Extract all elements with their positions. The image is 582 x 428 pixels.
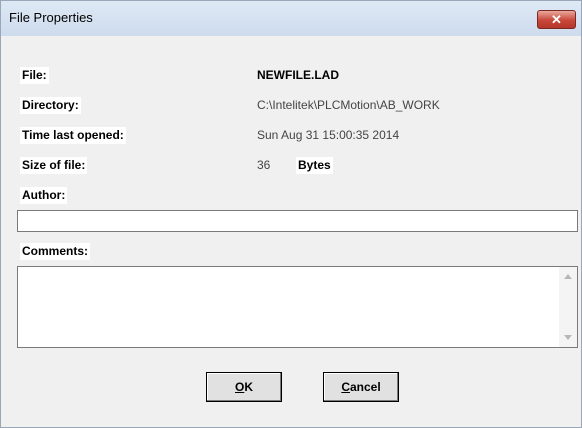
file-value: NEWFILE.LAD bbox=[257, 68, 339, 82]
cancel-label: ancel bbox=[349, 380, 381, 394]
scroll-down-arrow-icon[interactable] bbox=[564, 335, 572, 340]
author-field[interactable] bbox=[17, 210, 578, 232]
author-label: Author: bbox=[20, 187, 68, 204]
size-of-file-label: Size of file: bbox=[20, 157, 88, 174]
cancel-mnemonic: C bbox=[341, 380, 350, 394]
close-icon: ✕ bbox=[551, 12, 562, 27]
cancel-button[interactable]: Cancel bbox=[323, 372, 399, 402]
size-unit-label: Bytes bbox=[296, 157, 333, 174]
time-last-opened-value: Sun Aug 31 15:00:35 2014 bbox=[257, 128, 400, 142]
directory-label: Directory: bbox=[20, 97, 81, 114]
comments-field[interactable] bbox=[17, 266, 578, 348]
close-button[interactable]: ✕ bbox=[537, 10, 576, 29]
comments-label: Comments: bbox=[20, 243, 91, 260]
comments-scrollbar[interactable] bbox=[559, 267, 577, 347]
title-bar[interactable]: File Properties ✕ bbox=[1, 1, 581, 36]
size-of-file-value: 36 bbox=[257, 158, 271, 172]
time-last-opened-label: Time last opened: bbox=[20, 127, 126, 144]
file-properties-dialog: File Properties ✕ File: NEWFILE.LAD Dire… bbox=[0, 0, 582, 428]
scroll-up-arrow-icon[interactable] bbox=[564, 274, 572, 279]
dialog-title: File Properties bbox=[9, 10, 93, 25]
ok-button[interactable]: OK bbox=[206, 372, 282, 402]
directory-value: C:\Intelitek\PLCMotion\AB_WORK bbox=[257, 98, 440, 112]
ok-mnemonic: O bbox=[234, 380, 245, 394]
ok-label: K bbox=[244, 380, 253, 394]
file-label: File: bbox=[20, 67, 49, 84]
